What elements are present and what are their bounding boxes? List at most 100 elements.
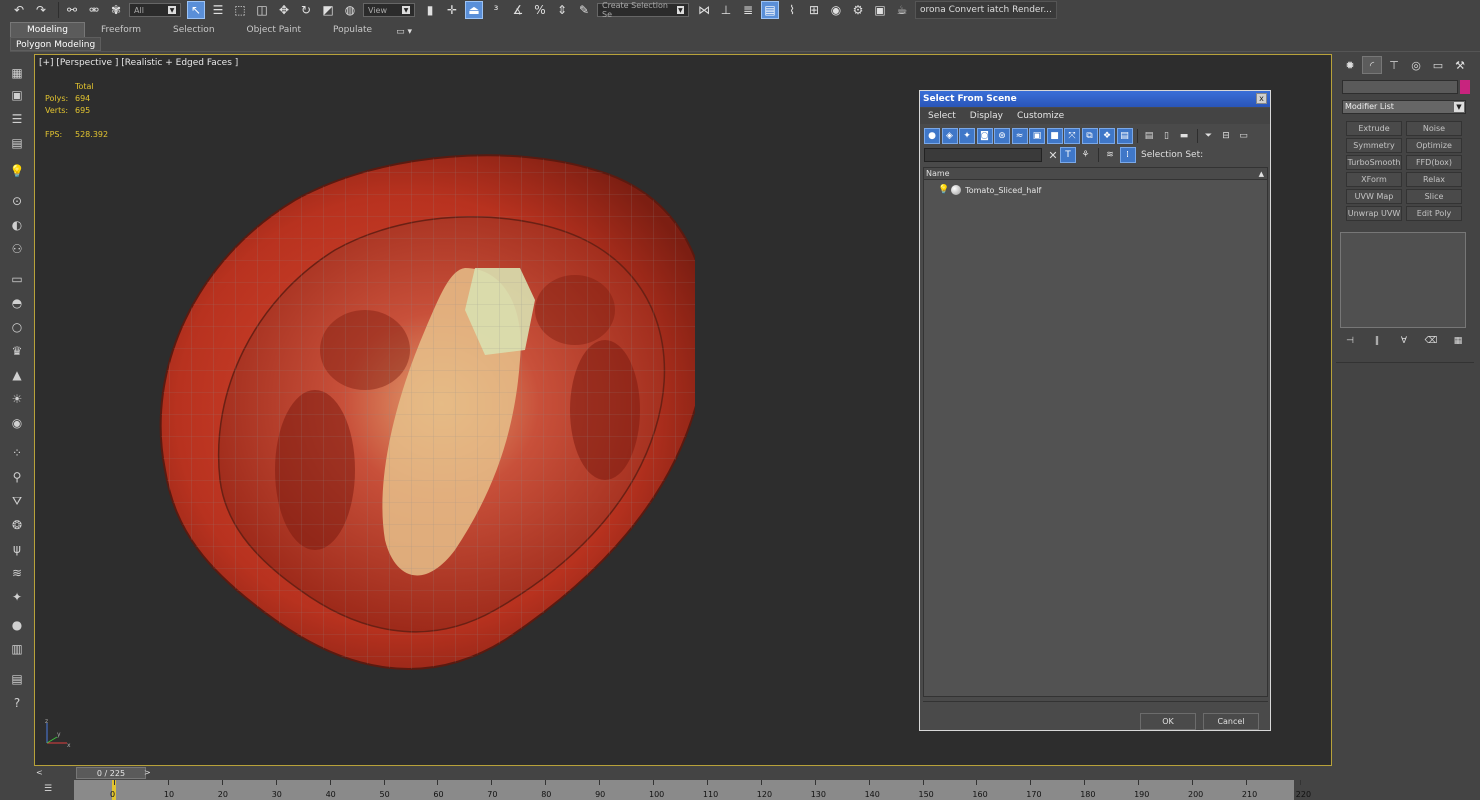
- material-ball-icon[interactable]: ●: [8, 616, 26, 634]
- toggle-scene-explorer-icon[interactable]: ▤: [761, 1, 779, 19]
- bone-icon[interactable]: ⚲: [8, 468, 26, 486]
- display-geometry-icon[interactable]: ●: [924, 128, 940, 144]
- modifier-button[interactable]: Unwrap UVW: [1346, 206, 1402, 221]
- cone-icon[interactable]: ▲: [8, 366, 26, 384]
- modify-tab-icon[interactable]: ◜: [1362, 56, 1382, 74]
- name-column-header[interactable]: Name ▲: [924, 168, 1267, 180]
- list-item[interactable]: 💡 Tomato_Sliced_half: [938, 184, 1041, 196]
- modifier-button[interactable]: Relax: [1406, 172, 1462, 187]
- schematic-view-icon[interactable]: ⊞: [805, 1, 823, 19]
- camera-icon[interactable]: ⊙: [8, 192, 26, 210]
- modifier-button[interactable]: Extrude: [1346, 121, 1402, 136]
- make-unique-icon[interactable]: ∀: [1396, 334, 1412, 348]
- script-icon[interactable]: ▤: [8, 670, 26, 688]
- viewport-label[interactable]: [+] [Perspective ] [Realistic + Edged Fa…: [39, 58, 238, 68]
- place-icon[interactable]: ◍: [341, 1, 359, 19]
- bind-space-warp-icon[interactable]: ✾: [107, 1, 125, 19]
- modifier-button[interactable]: Optimize: [1406, 138, 1462, 153]
- curve-editor-icon[interactable]: ⌇: [783, 1, 801, 19]
- configure-modifier-sets-icon[interactable]: ▦: [1450, 334, 1466, 348]
- material-editor-icon[interactable]: ◉: [827, 1, 845, 19]
- modifier-button[interactable]: FFD(box): [1406, 155, 1462, 170]
- modifier-list-dropdown[interactable]: Modifier List ▼: [1342, 100, 1466, 114]
- render-setup-icon[interactable]: ⚙: [849, 1, 867, 19]
- display-shapes-icon[interactable]: ◈: [941, 128, 958, 144]
- edit-named-selection-icon[interactable]: ✎: [575, 1, 593, 19]
- display-frozen-icon[interactable]: ❖: [1099, 128, 1115, 144]
- display-tab-icon[interactable]: ▭: [1428, 56, 1448, 74]
- redo-icon[interactable]: ↷: [32, 1, 50, 19]
- modifier-button[interactable]: Symmetry: [1346, 138, 1402, 153]
- list-icon[interactable]: ☰: [8, 110, 26, 128]
- object-color-swatch[interactable]: [1460, 80, 1470, 94]
- help-icon[interactable]: ?: [8, 694, 26, 712]
- tab-object-paint[interactable]: Object Paint: [231, 22, 317, 37]
- search-input[interactable]: [924, 148, 1042, 162]
- ribbon-toggle-icon[interactable]: ▭ ▾: [396, 27, 412, 37]
- hair-icon[interactable]: ≋: [8, 564, 26, 582]
- angle-snap-icon[interactable]: ∡: [509, 1, 527, 19]
- display-lights-icon[interactable]: ✦: [959, 128, 975, 144]
- layers-icon[interactable]: ≋: [1102, 147, 1118, 163]
- sphere-icon[interactable]: ○: [8, 318, 26, 336]
- hierarchy-tab-icon[interactable]: ⊤: [1384, 56, 1404, 74]
- scene-explorer-icon[interactable]: ▦: [8, 64, 26, 82]
- display-bones-icon[interactable]: ⤧: [1064, 128, 1080, 144]
- link-icon[interactable]: ⚯: [63, 1, 81, 19]
- cancel-button[interactable]: Cancel: [1203, 713, 1259, 730]
- hierarchy-icon[interactable]: ⊟: [1218, 128, 1234, 144]
- modifier-button[interactable]: Noise: [1406, 121, 1462, 136]
- open-mini-curve-editor-icon[interactable]: ☰: [44, 784, 58, 796]
- modifier-stack[interactable]: [1340, 232, 1466, 328]
- keyboard-shortcut-override-icon[interactable]: ⏏: [465, 1, 483, 19]
- tab-modeling[interactable]: Modeling: [10, 22, 85, 37]
- create-tab-icon[interactable]: ✹: [1340, 56, 1360, 74]
- globe-icon[interactable]: ❂: [8, 516, 26, 534]
- helper-icon[interactable]: ◐: [8, 216, 26, 234]
- box-icon[interactable]: ▭: [8, 270, 26, 288]
- cloth-icon[interactable]: ✦: [8, 588, 26, 606]
- film-icon[interactable]: ⚇: [8, 240, 26, 258]
- sync-selection-icon[interactable]: ⚘: [1078, 147, 1094, 163]
- percent-snap-icon[interactable]: %: [531, 1, 549, 19]
- modifier-button[interactable]: Slice: [1406, 189, 1462, 204]
- time-slider-thumb[interactable]: 0 / 225: [76, 767, 146, 779]
- motion-tab-icon[interactable]: ◎: [1406, 56, 1426, 74]
- undo-icon[interactable]: ↶: [10, 1, 28, 19]
- previous-frame-icon[interactable]: <: [36, 768, 44, 778]
- rectangular-selection-icon[interactable]: ⬚: [231, 1, 249, 19]
- rotate-icon[interactable]: ↻: [297, 1, 315, 19]
- menu-select[interactable]: Select: [928, 111, 956, 121]
- viewport-icon[interactable]: ▣: [8, 86, 26, 104]
- modifier-button[interactable]: TurboSmooth: [1346, 155, 1402, 170]
- select-none-icon[interactable]: ▯: [1159, 128, 1175, 144]
- snap-toggle-icon[interactable]: ³: [487, 1, 505, 19]
- modifier-button[interactable]: Edit Poly: [1406, 206, 1462, 221]
- pivot-icon[interactable]: ▮: [421, 1, 439, 19]
- light-bulb-icon[interactable]: 💡: [938, 185, 949, 195]
- sun-icon[interactable]: ☀: [8, 390, 26, 408]
- select-manipulate-icon[interactable]: ✛: [443, 1, 461, 19]
- find-case-icon[interactable]: T: [1060, 147, 1076, 163]
- selection-set-icon[interactable]: ⁞: [1119, 147, 1136, 163]
- table-icon[interactable]: ▤: [8, 134, 26, 152]
- display-xrefs-icon[interactable]: ■: [1046, 128, 1063, 144]
- close-icon[interactable]: x: [1256, 93, 1267, 104]
- layer-explorer-icon[interactable]: ≣: [739, 1, 757, 19]
- select-object-icon[interactable]: ↖: [187, 1, 205, 19]
- render-teapot-icon[interactable]: ☕: [893, 1, 911, 19]
- tab-selection[interactable]: Selection: [157, 22, 230, 37]
- modifier-button[interactable]: XForm: [1346, 172, 1402, 187]
- display-groups-icon[interactable]: ▣: [1029, 128, 1045, 144]
- spinner-snap-icon[interactable]: ⇕: [553, 1, 571, 19]
- named-selection-dropdown[interactable]: Create Selection Se ▼: [597, 1, 689, 19]
- scale-icon[interactable]: ◩: [319, 1, 337, 19]
- show-end-result-icon[interactable]: ‖: [1369, 334, 1385, 348]
- display-space-warps-icon[interactable]: ≈: [1011, 128, 1028, 144]
- reference-coord-dropdown[interactable]: View ▼: [363, 3, 415, 17]
- select-all-icon[interactable]: ▤: [1141, 128, 1157, 144]
- window-crossing-icon[interactable]: ◫: [253, 1, 271, 19]
- selection-filter-dropdown[interactable]: All ▼: [129, 3, 181, 17]
- menu-display[interactable]: Display: [970, 111, 1003, 121]
- scene-object-list[interactable]: Name ▲ 💡 Tomato_Sliced_half: [923, 167, 1268, 697]
